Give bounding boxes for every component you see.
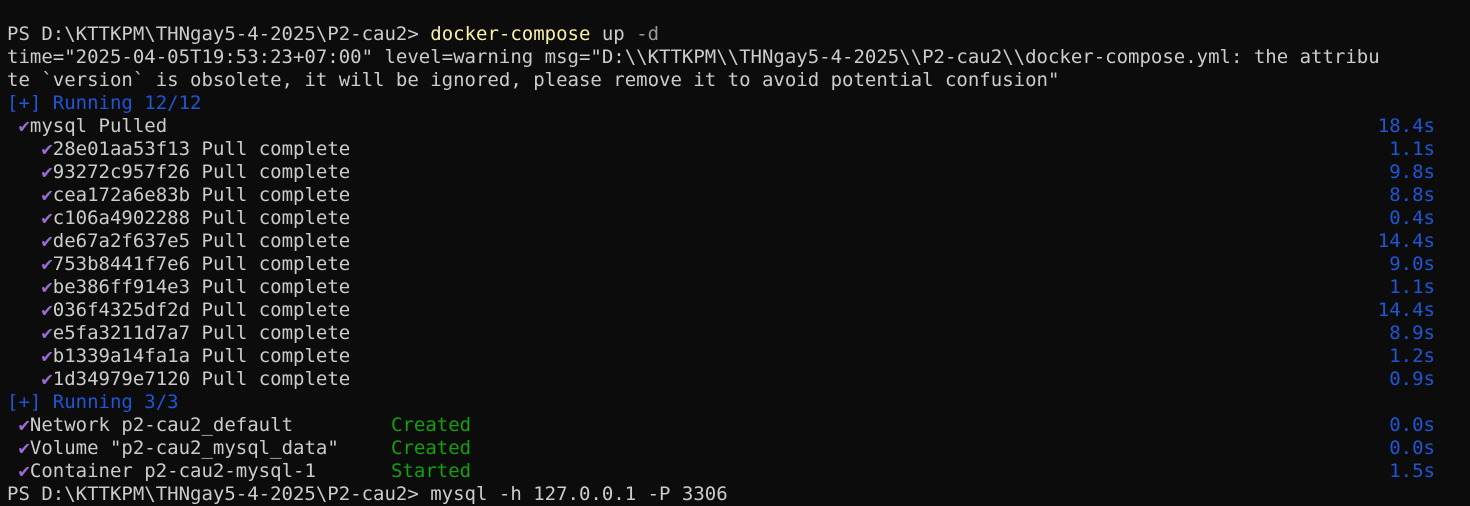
layer-row: ✔28e01aa53f13 Pull complete 1.1s bbox=[7, 138, 1463, 161]
layer-row: ✔e5fa3211d7a7 Pull complete 8.9s bbox=[7, 322, 1463, 345]
command-args: up bbox=[590, 23, 637, 45]
next-prompt-line: PS D:\KTTKPM\THNgay5-4-2025\P2-cau2> mys… bbox=[7, 483, 728, 505]
layer-id: c106a4902288 bbox=[52, 207, 191, 229]
resource-label: Container p2-cau2-mysql-1 bbox=[29, 460, 316, 482]
running-header-pull: [+] Running 12/12 bbox=[7, 92, 202, 114]
layer-status: Pull complete bbox=[201, 138, 351, 160]
layer-row: ✔cea172a6e83b Pull complete 8.8s bbox=[7, 184, 1463, 207]
check-icon: ✔ bbox=[18, 115, 30, 137]
layer-time: 1.1s bbox=[1389, 276, 1435, 298]
layer-id: 1d34979e7120 bbox=[52, 368, 191, 390]
check-icon: ✔ bbox=[41, 276, 53, 298]
mysql-pulled-row: ✔mysql Pulled 18.4s bbox=[7, 115, 1463, 138]
layer-status: Pull complete bbox=[201, 253, 351, 275]
mysql-pulled-label: mysql Pulled bbox=[29, 115, 168, 137]
command-flag: -d bbox=[636, 23, 660, 45]
check-icon: ✔ bbox=[41, 230, 53, 252]
command-name: docker-compose bbox=[430, 23, 591, 45]
check-icon: ✔ bbox=[18, 460, 30, 482]
prompt-path: PS D:\KTTKPM\THNgay5-4-2025\P2-cau2> bbox=[7, 23, 431, 45]
layer-time: 8.9s bbox=[1389, 322, 1435, 344]
layer-id: cea172a6e83b bbox=[52, 184, 191, 206]
resource-label: Volume "p2-cau2_mysql_data" bbox=[29, 437, 339, 459]
layer-time: 8.8s bbox=[1389, 184, 1435, 206]
layer-row: ✔be386ff914e3 Pull complete 1.1s bbox=[7, 276, 1463, 299]
check-icon: ✔ bbox=[18, 414, 30, 436]
layer-time: 0.4s bbox=[1389, 207, 1435, 229]
layer-id: be386ff914e3 bbox=[52, 276, 191, 298]
layer-time: 0.9s bbox=[1389, 368, 1435, 390]
check-icon: ✔ bbox=[41, 253, 53, 275]
layer-time: 1.2s bbox=[1389, 345, 1435, 367]
resource-row: ✔Volume "p2-cau2_mysql_data" Created 0.0s bbox=[7, 437, 1463, 460]
layer-status: Pull complete bbox=[201, 207, 351, 229]
layer-time: 14.4s bbox=[1377, 299, 1435, 321]
warning-line-1: time="2025-04-05T19:53:23+07:00" level=w… bbox=[7, 46, 1380, 68]
layer-row: ✔b1339a14fa1a Pull complete 1.2s bbox=[7, 345, 1463, 368]
check-icon: ✔ bbox=[41, 322, 53, 344]
layer-id: 036f4325df2d bbox=[52, 299, 191, 321]
layer-id: de67a2f637e5 bbox=[52, 230, 191, 252]
resource-row: ✔Network p2-cau2_default Created 0.0s bbox=[7, 414, 1463, 437]
layer-row: ✔036f4325df2d Pull complete 14.4s bbox=[7, 299, 1463, 322]
check-icon: ✔ bbox=[41, 184, 53, 206]
resource-label: Network p2-cau2_default bbox=[29, 414, 294, 436]
check-icon: ✔ bbox=[41, 207, 53, 229]
check-icon: ✔ bbox=[18, 437, 30, 459]
layer-id: 28e01aa53f13 bbox=[52, 138, 191, 160]
layer-id: 753b8441f7e6 bbox=[52, 253, 191, 275]
terminal-output: PS D:\KTTKPM\THNgay5-4-2025\P2-cau2> doc… bbox=[7, 23, 1463, 483]
check-icon: ✔ bbox=[41, 345, 53, 367]
layer-time: 9.0s bbox=[1389, 253, 1435, 275]
resource-time: 0.0s bbox=[1389, 414, 1435, 436]
layer-row: ✔93272c957f26 Pull complete 9.8s bbox=[7, 161, 1463, 184]
layer-time: 14.4s bbox=[1377, 230, 1435, 252]
layer-time: 9.8s bbox=[1389, 161, 1435, 183]
layer-row: ✔de67a2f637e5 Pull complete 14.4s bbox=[7, 230, 1463, 253]
check-icon: ✔ bbox=[41, 299, 53, 321]
resource-time: 1.5s bbox=[1389, 460, 1435, 482]
layer-status: Pull complete bbox=[201, 184, 351, 206]
warning-line-2: te `version` is obsolete, it will be ign… bbox=[7, 69, 1060, 91]
check-icon: ✔ bbox=[41, 161, 53, 183]
layer-status: Pull complete bbox=[201, 230, 351, 252]
layer-status: Pull complete bbox=[201, 368, 351, 390]
prompt-line: PS D:\KTTKPM\THNgay5-4-2025\P2-cau2> doc… bbox=[7, 23, 1463, 46]
layer-status: Pull complete bbox=[201, 345, 351, 367]
layer-status: Pull complete bbox=[201, 322, 351, 344]
resource-status: Created bbox=[391, 414, 472, 436]
resource-time: 0.0s bbox=[1389, 437, 1435, 459]
layer-id: e5fa3211d7a7 bbox=[52, 322, 191, 344]
layer-id: 93272c957f26 bbox=[52, 161, 191, 183]
check-icon: ✔ bbox=[41, 138, 53, 160]
layer-status: Pull complete bbox=[201, 276, 351, 298]
running-header-create: [+] Running 3/3 bbox=[7, 391, 179, 413]
layer-status: Pull complete bbox=[201, 299, 351, 321]
layer-row: ✔1d34979e7120 Pull complete 0.9s bbox=[7, 368, 1463, 391]
layer-row: ✔c106a4902288 Pull complete 0.4s bbox=[7, 207, 1463, 230]
resource-row: ✔Container p2-cau2-mysql-1 Started 1.5s bbox=[7, 460, 1463, 483]
check-icon: ✔ bbox=[41, 368, 53, 390]
mysql-pulled-time: 18.4s bbox=[1377, 115, 1435, 137]
resource-status: Created bbox=[391, 437, 472, 459]
layer-status: Pull complete bbox=[201, 161, 351, 183]
layer-id: b1339a14fa1a bbox=[52, 345, 191, 367]
layer-time: 1.1s bbox=[1389, 138, 1435, 160]
resource-status: Started bbox=[391, 460, 472, 482]
layer-row: ✔753b8441f7e6 Pull complete 9.0s bbox=[7, 253, 1463, 276]
